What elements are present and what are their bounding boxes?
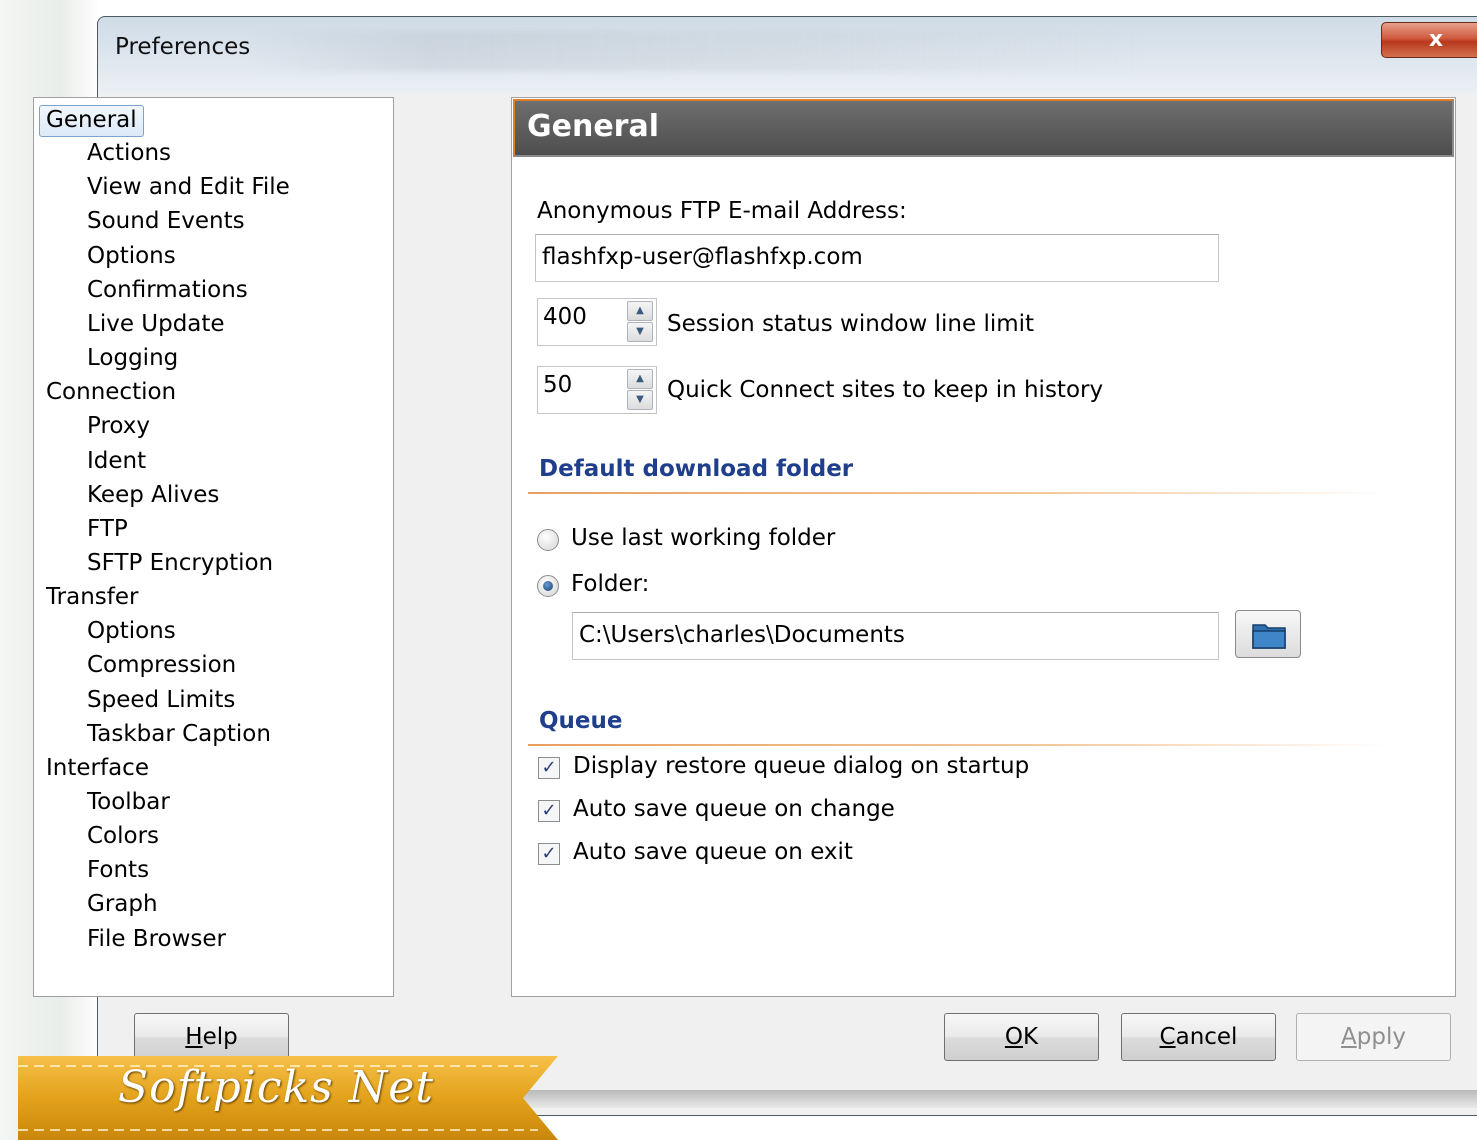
tree-item-keep-alives[interactable]: Keep Alives — [87, 479, 219, 511]
email-field[interactable]: flashfxp-user@flashfxp.com — [535, 234, 1219, 282]
apply-button[interactable]: Apply — [1296, 1013, 1451, 1061]
quick-connect-value: 50 — [543, 372, 573, 398]
radio-last-folder[interactable] — [537, 529, 559, 551]
preferences-tree[interactable]: General Actions View and Edit File Sound Ev… — [33, 97, 394, 997]
help-mnemonic: H — [185, 1024, 203, 1050]
radio-folder-label[interactable]: Folder: — [571, 571, 649, 597]
cancel-button[interactable]: Cancel — [1121, 1013, 1276, 1061]
stepper-arrows: ▲ ▼ — [625, 300, 655, 344]
folder-icon — [1252, 624, 1286, 649]
radio-last-folder-label[interactable]: Use last working folder — [571, 525, 835, 551]
stepper-up-icon[interactable]: ▲ — [627, 369, 653, 389]
tree-item-colors[interactable]: Colors — [87, 820, 159, 852]
title-bar-background — [248, 31, 1148, 71]
queue-section-title: Queue — [539, 708, 623, 734]
window-bottom-edge — [500, 1090, 1477, 1108]
tree-item-logging[interactable]: Logging — [87, 342, 178, 374]
ok-button[interactable]: OK — [944, 1013, 1099, 1061]
tree-item-confirmations[interactable]: Confirmations — [87, 274, 248, 306]
session-limit-label: Session status window line limit — [667, 311, 1035, 337]
section-divider — [528, 492, 1388, 494]
checkbox-save-on-exit[interactable]: ✓ — [538, 843, 560, 865]
tree-item-compression[interactable]: Compression — [87, 649, 236, 681]
tree-item-sftp-encryption[interactable]: SFTP Encryption — [87, 547, 273, 579]
checkbox-save-on-change-label[interactable]: Auto save queue on change — [573, 796, 895, 822]
tree-item-speed-limits[interactable]: Speed Limits — [87, 684, 235, 716]
checkbox-restore-queue[interactable]: ✓ — [538, 757, 560, 779]
section-divider — [528, 744, 1388, 746]
tree-item-general[interactable]: General — [39, 105, 144, 137]
tree-item-sound-events[interactable]: Sound Events — [87, 205, 245, 237]
tree-item-ident[interactable]: Ident — [87, 445, 146, 477]
tree-item-taskbar-caption[interactable]: Taskbar Caption — [87, 718, 271, 750]
tree-item-view-and-edit-file[interactable]: View and Edit File — [87, 171, 290, 203]
title-bar[interactable]: Preferences x — [98, 17, 1477, 79]
tree-item-graph[interactable]: Graph — [87, 888, 158, 920]
watermark-text: Softpicks Net — [118, 1062, 434, 1113]
checkbox-save-on-change[interactable]: ✓ — [538, 800, 560, 822]
cancel-rest: ancel — [1175, 1024, 1238, 1050]
radio-folder[interactable] — [537, 575, 559, 597]
help-button[interactable]: Help — [134, 1013, 289, 1061]
checkbox-restore-queue-label[interactable]: Display restore queue dialog on startup — [573, 753, 1029, 779]
cancel-mnemonic: C — [1159, 1024, 1176, 1050]
tree-item-options[interactable]: Options — [87, 240, 176, 272]
help-rest: elp — [202, 1024, 238, 1050]
tree-item-options[interactable]: Options — [87, 615, 176, 647]
checkbox-save-on-exit-label[interactable]: Auto save queue on exit — [573, 839, 853, 865]
ok-mnemonic: O — [1004, 1024, 1023, 1050]
session-limit-stepper[interactable]: 400 ▲ ▼ — [537, 298, 657, 346]
stepper-up-icon[interactable]: ▲ — [627, 301, 653, 321]
tree-item-toolbar[interactable]: Toolbar — [87, 786, 170, 818]
tree-item-proxy[interactable]: Proxy — [87, 410, 150, 442]
tree-item-file-browser[interactable]: File Browser — [87, 923, 226, 955]
tree-item-connection[interactable]: Connection — [46, 376, 176, 408]
panel-header: General — [513, 99, 1454, 157]
ok-rest: K — [1023, 1024, 1039, 1050]
stepper-arrows: ▲ ▼ — [625, 368, 655, 412]
download-section-title: Default download folder — [539, 456, 854, 482]
tree-item-ftp[interactable]: FTP — [87, 513, 128, 545]
session-limit-value: 400 — [543, 304, 587, 330]
stepper-down-icon[interactable]: ▼ — [627, 390, 653, 410]
quick-connect-label: Quick Connect sites to keep in history — [667, 377, 1104, 403]
tree-item-actions[interactable]: Actions — [87, 137, 171, 169]
tree-item-transfer[interactable]: Transfer — [46, 581, 138, 613]
apply-mnemonic: A — [1341, 1024, 1357, 1050]
panel-title: General — [527, 109, 659, 144]
tree-item-fonts[interactable]: Fonts — [87, 854, 149, 886]
tree-item-interface[interactable]: Interface — [46, 752, 149, 784]
email-label: Anonymous FTP E-mail Address: — [537, 198, 907, 224]
quick-connect-stepper[interactable]: 50 ▲ ▼ — [537, 366, 657, 414]
close-button[interactable]: x — [1381, 22, 1477, 58]
folder-path-field[interactable]: C:\Users\charles\Documents — [572, 612, 1219, 660]
close-icon: x — [1428, 27, 1444, 52]
tree-item-live-update[interactable]: Live Update — [87, 308, 225, 340]
stepper-down-icon[interactable]: ▼ — [627, 322, 653, 342]
window-title: Preferences — [115, 34, 251, 60]
browse-folder-button[interactable] — [1235, 610, 1301, 658]
apply-rest: pply — [1356, 1024, 1406, 1050]
